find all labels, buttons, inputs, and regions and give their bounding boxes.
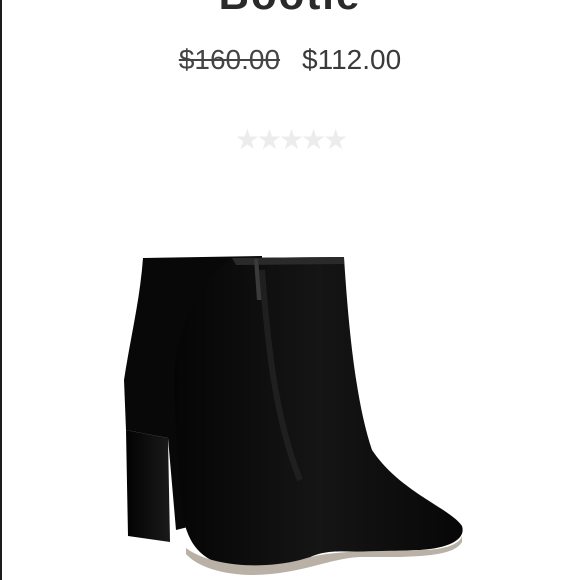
price-row: $160.00 $112.00 [0, 44, 580, 76]
back-boot-heel [126, 430, 170, 542]
product-page: Bootie $160.00 $112.00 ★★★★★ [0, 0, 580, 580]
front-boot [173, 257, 463, 570]
original-price: $160.00 [178, 44, 281, 75]
sale-price: $112.00 [302, 44, 402, 75]
product-image[interactable] [0, 230, 580, 580]
product-title: Bootie [0, 0, 580, 16]
rating-stars[interactable]: ★★★★★ [0, 126, 580, 154]
boot-opening [232, 257, 344, 265]
